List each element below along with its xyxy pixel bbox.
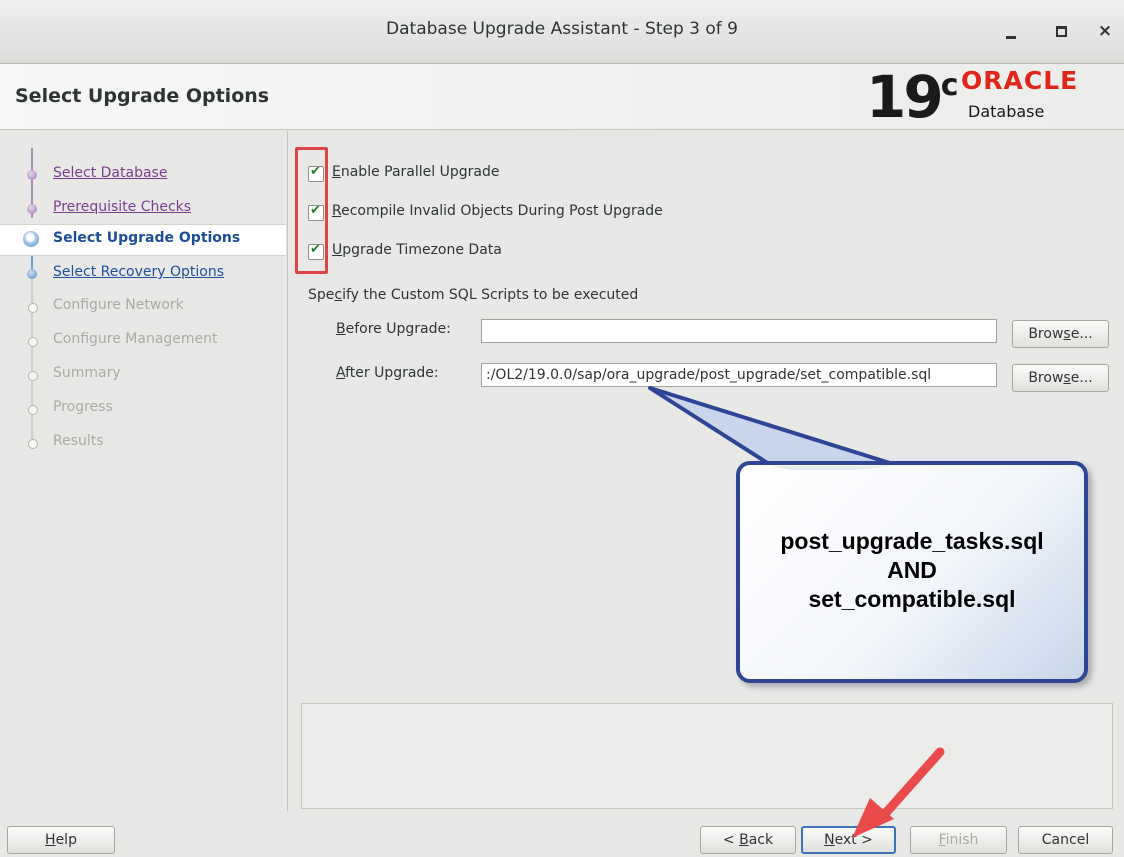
nav-step-select-database[interactable]: Select Database — [0, 160, 286, 190]
step-status-icon — [28, 405, 38, 415]
maximize-icon[interactable] — [1050, 20, 1072, 42]
window-titlebar: Database Upgrade Assistant - Step 3 of 9… — [0, 0, 1124, 64]
nav-step-label: Configure Network — [53, 297, 184, 313]
step-status-icon — [23, 231, 39, 247]
nav-step-summary: Summary — [0, 360, 286, 390]
nav-step-label: Select Database — [53, 165, 168, 181]
enable-parallel-upgrade-label: Enable Parallel Upgrade — [332, 164, 500, 180]
nav-step-results: Results — [0, 428, 286, 458]
nav-step-label: Summary — [53, 365, 121, 381]
before-upgrade-input[interactable] — [481, 319, 997, 343]
upgrade-timezone-data-label: Upgrade Timezone Data — [332, 242, 502, 258]
oracle-brand: ORACLE — [961, 66, 1079, 95]
minimize-icon[interactable] — [1000, 20, 1022, 42]
step-status-icon — [28, 303, 38, 313]
recompile-invalid-objects-checkbox[interactable] — [308, 203, 324, 221]
step-status-icon — [28, 371, 38, 381]
next-button[interactable]: Next > — [801, 826, 896, 854]
nav-step-label: Select Upgrade Options — [53, 230, 241, 246]
nav-step-label: Prerequisite Checks — [53, 199, 192, 215]
nav-step-label: Select Recovery Options — [53, 264, 225, 280]
step-status-icon — [27, 170, 37, 180]
nav-step-configure-management: Configure Management — [0, 326, 286, 356]
nav-step-label: Results — [53, 433, 104, 449]
nav-step-select-upgrade-options: Select Upgrade Options — [0, 224, 286, 256]
help-button[interactable]: Help — [7, 826, 115, 854]
before-upgrade-browse-button[interactable]: Browse... — [1012, 320, 1109, 348]
window-title: Database Upgrade Assistant - Step 3 of 9 — [386, 19, 738, 39]
step-status-icon — [28, 337, 38, 347]
nav-step-label: Progress — [53, 399, 113, 415]
upgrade-timezone-data-checkbox[interactable] — [308, 242, 324, 260]
step-status-icon — [28, 439, 38, 449]
step-status-icon — [27, 269, 37, 279]
nav-step-prerequisite-checks[interactable]: Prerequisite Checks — [0, 194, 286, 224]
recompile-invalid-objects-label: Recompile Invalid Objects During Post Up… — [332, 203, 663, 219]
oracle-product: Database — [968, 102, 1045, 121]
back-button[interactable]: < Back — [700, 826, 796, 854]
nav-step-progress: Progress — [0, 394, 286, 424]
nav-step-label: Configure Management — [53, 331, 218, 347]
before-upgrade-label: Before Upgrade: — [336, 321, 451, 337]
page-title: Select Upgrade Options — [15, 85, 270, 107]
after-upgrade-browse-button[interactable]: Browse... — [1012, 364, 1109, 392]
finish-button[interactable]: Finish — [910, 826, 1007, 854]
message-area — [301, 703, 1113, 809]
step-navigation: Select Database Prerequisite Checks Select… — [0, 131, 286, 811]
cancel-button[interactable]: Cancel — [1018, 826, 1113, 854]
step-status-icon — [27, 204, 37, 214]
oracle-19c-logo: 19c — [866, 63, 959, 131]
custom-sql-scripts-label: Specify the Custom SQL Scripts to be exe… — [308, 287, 639, 303]
after-upgrade-label: After Upgrade: — [336, 365, 439, 381]
enable-parallel-upgrade-checkbox[interactable] — [308, 164, 324, 182]
close-icon[interactable]: × — [1094, 20, 1116, 42]
nav-step-configure-network: Configure Network — [0, 292, 286, 322]
callout-text: post_upgrade_tasks.sql AND set_compatibl… — [780, 528, 1044, 612]
nav-step-select-recovery-options[interactable]: Select Recovery Options — [0, 259, 286, 289]
page-header: Select Upgrade Options 19c ORACLE Databa… — [0, 63, 1124, 131]
annotation-callout: post_upgrade_tasks.sql AND set_compatibl… — [736, 461, 1088, 683]
after-upgrade-input[interactable]: :/OL2/19.0.0/sap/ora_upgrade/post_upgrad… — [481, 363, 997, 387]
